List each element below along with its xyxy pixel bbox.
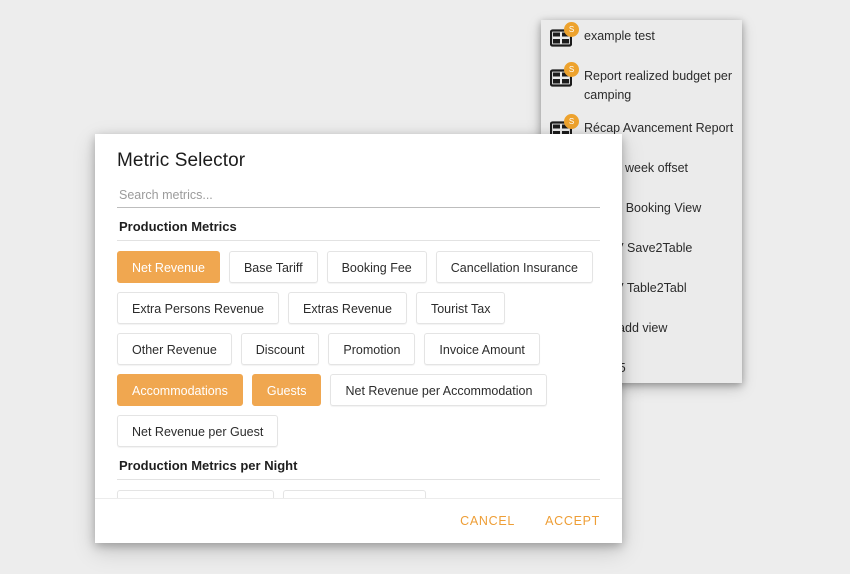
metric-chip[interactable]: Base Tariff per Night bbox=[283, 490, 426, 498]
metric-chip[interactable]: Net Revenue per Guest bbox=[117, 415, 279, 447]
metric-chip[interactable]: Promotion bbox=[328, 333, 416, 365]
section-header: Production Metrics bbox=[117, 208, 600, 241]
shared-badge: S bbox=[564, 22, 579, 37]
metric-selector-dialog: Metric Selector Production MetricsNet Re… bbox=[95, 134, 622, 543]
metric-chip[interactable]: Accommodations bbox=[117, 374, 243, 406]
table-icon: S bbox=[550, 22, 579, 54]
report-list-item[interactable]: Sexample test bbox=[541, 20, 742, 60]
page-title: Metric Selector bbox=[117, 150, 246, 171]
search-row bbox=[95, 172, 622, 208]
metric-chip[interactable]: Base Tariff bbox=[228, 251, 318, 283]
report-list-item-label: example test bbox=[584, 29, 655, 43]
metric-chip[interactable]: Net Revenue per Night bbox=[117, 490, 275, 498]
metric-chip[interactable]: Net Revenue per Accommodation bbox=[330, 374, 548, 406]
section-header: Production Metrics per Night bbox=[117, 447, 600, 480]
metric-chip[interactable]: Extras Revenue bbox=[288, 292, 407, 324]
table-icon: S bbox=[550, 62, 579, 94]
accept-button[interactable]: ACCEPT bbox=[543, 510, 602, 532]
chip-group: Net Revenue Base Tariff Booking Fee Cancell… bbox=[117, 241, 600, 447]
metric-chip[interactable]: Guests bbox=[251, 374, 322, 406]
search-input[interactable] bbox=[117, 186, 600, 208]
metric-chip[interactable]: Net Revenue bbox=[117, 251, 220, 283]
metric-chip[interactable]: Cancellation Insurance bbox=[435, 251, 593, 283]
metric-chip[interactable]: Extra Persons Revenue bbox=[117, 292, 280, 324]
report-list-item-label: Report realized budget per camping bbox=[584, 69, 733, 103]
shared-badge: S bbox=[564, 113, 579, 129]
metric-chip[interactable]: Tourist Tax bbox=[415, 292, 506, 324]
metrics-scroll-area[interactable]: Production Metrics Net Revenue Base Tariff… bbox=[95, 208, 622, 498]
metric-chip[interactable]: Booking Fee bbox=[326, 251, 427, 283]
metric-chip[interactable]: Invoice Amount bbox=[424, 333, 540, 365]
metric-chip[interactable]: Discount bbox=[240, 333, 320, 365]
cancel-button[interactable]: CANCEL bbox=[458, 510, 517, 532]
dialog-footer: CANCEL ACCEPT bbox=[95, 498, 622, 543]
chip-group: Net Revenue per Night Base Tariff per Nig… bbox=[117, 480, 600, 498]
metric-chip[interactable]: Other Revenue bbox=[117, 333, 232, 365]
report-list-item[interactable]: S Report realized budget per camping bbox=[541, 60, 742, 112]
shared-badge: S bbox=[564, 62, 579, 77]
